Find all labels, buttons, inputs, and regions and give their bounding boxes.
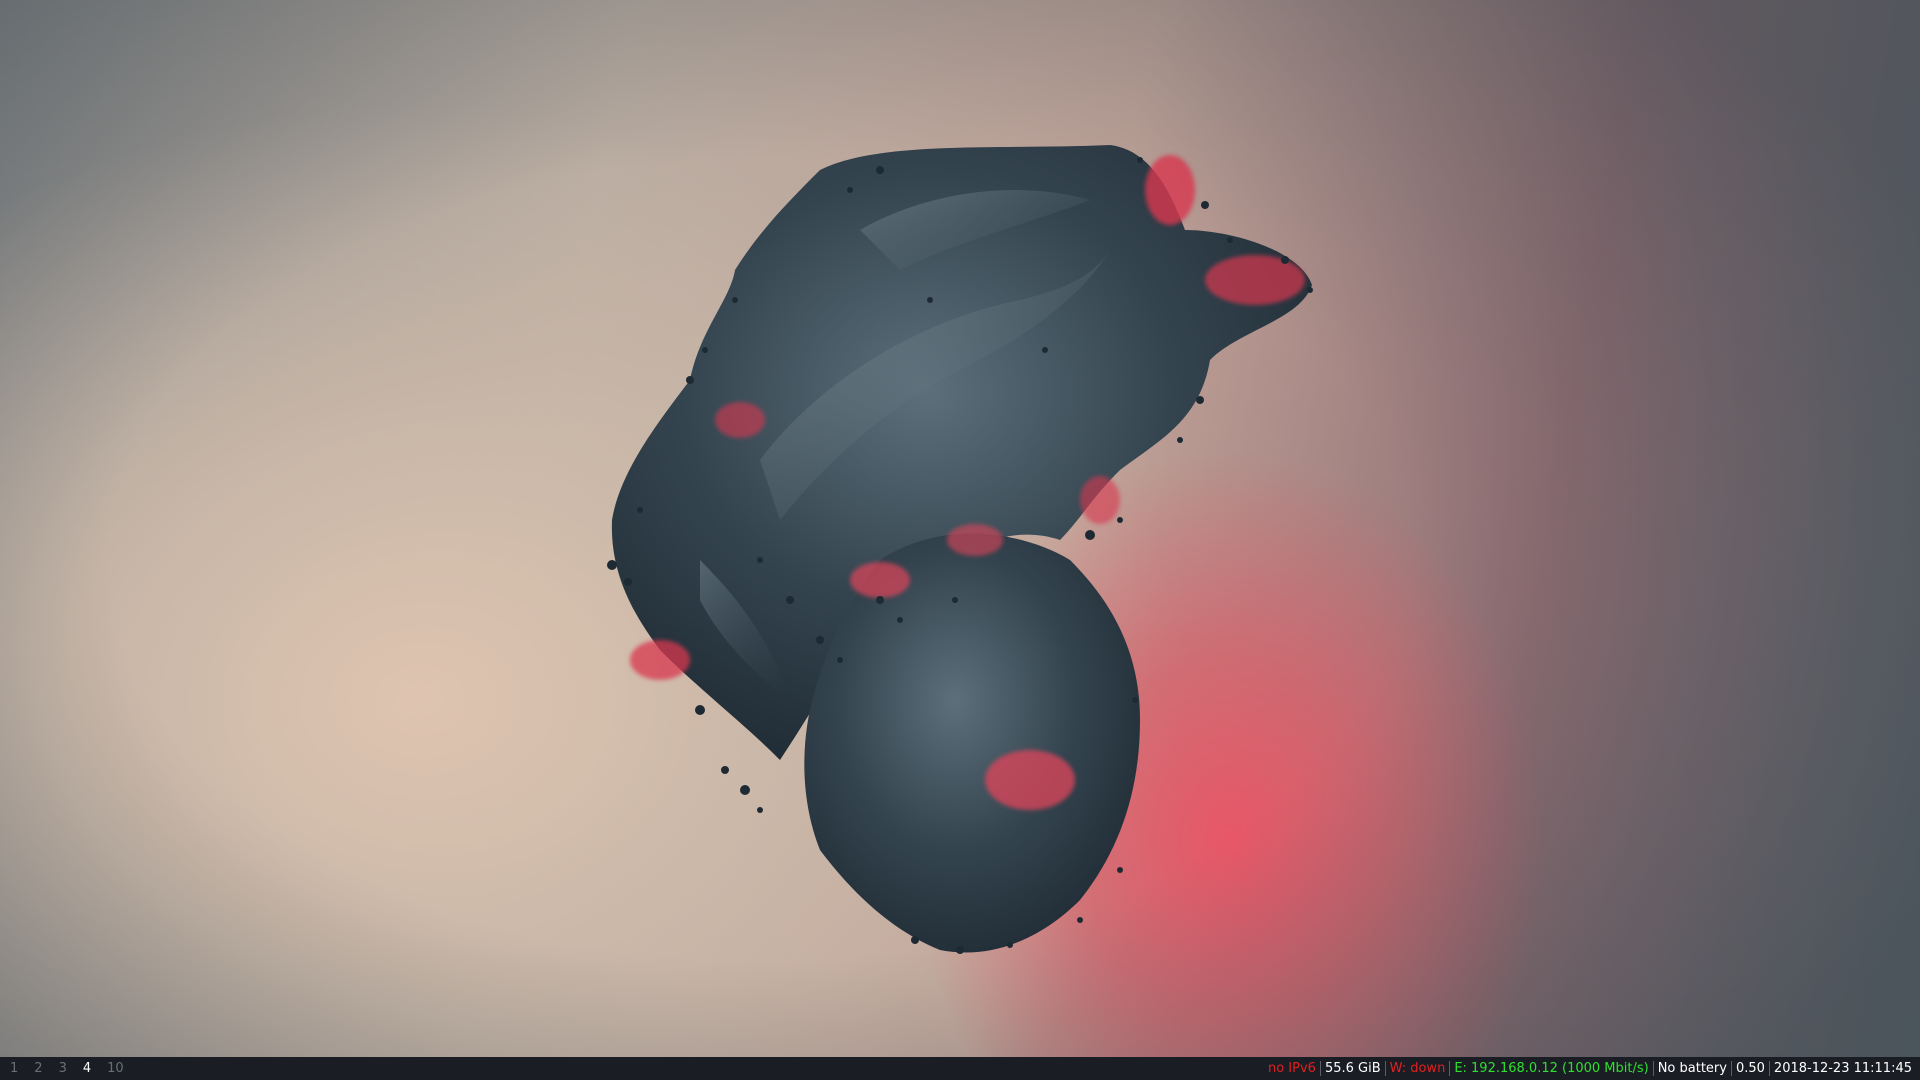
ipv6-status: no IPv6 — [1267, 1061, 1316, 1076]
datetime-status: 2018-12-23 11:11:45 — [1773, 1061, 1912, 1076]
disk-status: 55.6 GiB — [1324, 1061, 1381, 1076]
workspace-button-2[interactable]: 2 — [26, 1057, 50, 1080]
workspace-button-3[interactable]: 3 — [51, 1057, 75, 1080]
desktop-wallpaper — [0, 0, 1920, 1057]
workspace-list: 1 2 3 4 10 — [0, 1057, 132, 1080]
status-blocks: no IPv6 55.6 GiB W: down E: 192.168.0.12… — [1264, 1057, 1920, 1080]
abstract-liquid-sculpture — [607, 145, 1313, 954]
wireless-status: W: down — [1389, 1061, 1446, 1076]
ethernet-status: E: 192.168.0.12 (1000 Mbit/s) — [1454, 1061, 1649, 1076]
workspace-button-1[interactable]: 1 — [2, 1057, 26, 1080]
load-status: 0.50 — [1735, 1061, 1765, 1076]
status-bar: 1 2 3 4 10 no IPv6 55.6 GiB W: down E: 1… — [0, 1057, 1920, 1080]
battery-status: No battery — [1657, 1061, 1727, 1076]
workspace-button-10[interactable]: 10 — [99, 1057, 132, 1080]
workspace-button-4[interactable]: 4 — [75, 1057, 99, 1080]
